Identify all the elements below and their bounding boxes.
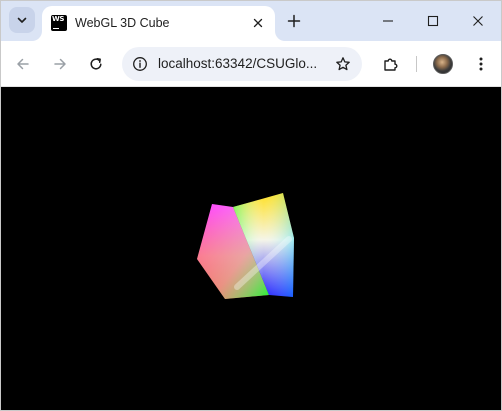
- tab-webgl-cube[interactable]: WS WebGL 3D Cube: [42, 6, 275, 41]
- tab-strip: WS WebGL 3D Cube: [1, 1, 501, 41]
- new-tab-button[interactable]: [283, 10, 305, 32]
- arrow-left-icon: [17, 58, 29, 70]
- reload-button[interactable]: [84, 52, 108, 76]
- tab-close-button[interactable]: [249, 14, 267, 32]
- browser-toolbar: localhost:63342/CSUGlo...: [1, 41, 501, 87]
- forward-button[interactable]: [48, 52, 72, 76]
- chevron-down-icon: [17, 17, 27, 23]
- chrome-menu-button[interactable]: [469, 52, 493, 76]
- window-close-button[interactable]: [455, 1, 501, 41]
- maximize-button[interactable]: [410, 1, 456, 41]
- plus-icon: [287, 14, 301, 28]
- arrow-right-icon: [54, 58, 66, 70]
- maximize-icon: [427, 15, 439, 27]
- kebab-menu-icon: [479, 57, 483, 71]
- reload-icon: [90, 58, 102, 70]
- back-button[interactable]: [11, 52, 35, 76]
- site-info-button[interactable]: [131, 55, 149, 73]
- bookmark-star-button[interactable]: [334, 55, 352, 73]
- minimize-button[interactable]: [365, 1, 411, 41]
- toolbar-divider: [416, 56, 417, 72]
- color-cube: [197, 193, 294, 299]
- webgl-canvas[interactable]: [1, 87, 501, 410]
- url-text[interactable]: localhost:63342/CSUGlo...: [158, 56, 318, 71]
- tab-search-button[interactable]: [9, 7, 35, 33]
- browser-window: WS WebGL 3D Cube localhost:63342/CSUGlo.…: [0, 0, 502, 411]
- close-icon: [253, 18, 263, 28]
- info-icon: [133, 57, 147, 71]
- profile-avatar[interactable]: [433, 54, 453, 74]
- webstorm-icon: WS: [51, 15, 67, 31]
- address-bar[interactable]: localhost:63342/CSUGlo...: [122, 47, 362, 81]
- tab-title: WebGL 3D Cube: [75, 16, 170, 30]
- star-icon: [336, 57, 350, 71]
- minimize-icon: [383, 20, 393, 22]
- extensions-button[interactable]: [379, 52, 403, 76]
- puzzle-icon: [384, 58, 398, 71]
- close-icon: [473, 16, 483, 26]
